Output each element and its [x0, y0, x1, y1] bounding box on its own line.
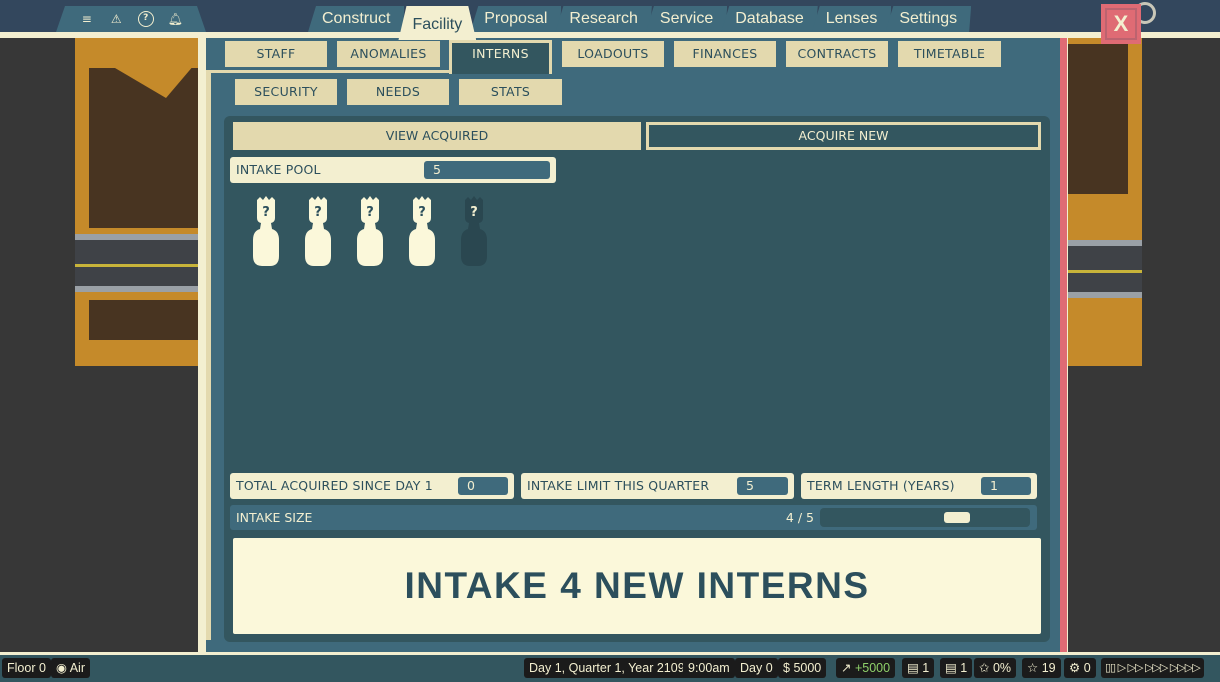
tab-facility[interactable]: Facility — [398, 6, 476, 40]
warning-icon[interactable]: ⚠ — [108, 11, 124, 27]
view-mode-toggle[interactable]: ◉ Air — [51, 658, 90, 678]
subtab-timetable[interactable]: TIMETABLE — [898, 41, 1001, 67]
time-display: 9:00am — [683, 658, 735, 678]
eye-icon: ◉ — [56, 661, 67, 675]
intake-limit-value: 5 — [737, 477, 788, 495]
term-length-field: TERM LENGTH (YEARS) 1 — [801, 473, 1037, 499]
total-acquired-field: TOTAL ACQUIRED SINCE DAY 1 0 — [230, 473, 514, 499]
tab-lenses[interactable]: Lenses — [812, 6, 892, 32]
bugs-count-value: 0 — [1083, 661, 1091, 675]
star-icon: ☆ — [1027, 661, 1039, 675]
subtab-security[interactable]: SECURITY — [235, 79, 337, 105]
stars-count: ☆ 19 — [1022, 658, 1061, 678]
income-value: +5000 — [854, 661, 891, 675]
close-button[interactable]: X — [1101, 4, 1141, 44]
tab-research[interactable]: Research — [555, 6, 651, 32]
total-acquired-label: TOTAL ACQUIRED SINCE DAY 1 — [236, 478, 433, 493]
term-length-label: TERM LENGTH (YEARS) — [807, 478, 955, 493]
clipboard-icon: ▤ — [945, 661, 957, 675]
intern-silhouette[interactable]: ? — [302, 196, 334, 268]
game-speed-controls[interactable]: ▯▯ ▷ ▷▷ ▷▷▷ ▷▷▷▷ — [1101, 658, 1204, 678]
quick-icons: ≡ ⚠ ? 🔔︎ — [56, 6, 206, 32]
subtab-anomalies[interactable]: ANOMALIES — [337, 41, 440, 67]
term-length-value[interactable]: 1 — [981, 477, 1031, 495]
total-acquired-value: 0 — [458, 477, 508, 495]
view-acquired-button[interactable]: VIEW ACQUIRED — [233, 122, 641, 150]
bug-icon: ⚙ — [1069, 661, 1081, 675]
subtab-stats[interactable]: STATS — [459, 79, 562, 105]
subtab-needs[interactable]: NEEDS — [347, 79, 449, 105]
intake-interns-button[interactable]: INTAKE 4 NEW INTERNS — [233, 538, 1041, 634]
acquire-new-button[interactable]: ACQUIRE NEW — [646, 122, 1041, 150]
bell-icon[interactable]: 🔔︎ — [167, 11, 183, 27]
subtab-contracts[interactable]: CONTRACTS — [786, 41, 888, 67]
intern-silhouette[interactable]: ? — [406, 196, 438, 268]
help-icon[interactable]: ? — [137, 11, 154, 27]
intern-silhouette[interactable]: ? — [354, 196, 386, 268]
calendar-count-a-value: 1 — [922, 661, 930, 675]
bugs-count: ⚙ 0 — [1064, 658, 1096, 678]
intern-pool: ? ? ? ? ? — [250, 196, 490, 268]
income-display: ↗ +5000 — [836, 658, 896, 678]
world-view-left — [75, 38, 200, 366]
trend-up-icon: ↗ — [841, 661, 852, 675]
stars-count-value: 19 — [1041, 661, 1056, 675]
tab-construct[interactable]: Construct — [308, 6, 404, 32]
panel-close-edge — [1060, 38, 1067, 652]
calendar-count-b-value: 1 — [960, 661, 968, 675]
svg-text:?: ? — [314, 205, 322, 220]
rating-percent-value: 0% — [992, 661, 1012, 675]
menu-icon[interactable]: ≡ — [79, 11, 95, 27]
calendar-icon: ▤ — [907, 661, 919, 675]
intake-limit-label: INTAKE LIMIT THIS QUARTER — [527, 478, 710, 493]
world-view-right — [1062, 38, 1142, 366]
dollar-icon: $ — [783, 661, 790, 675]
main-tabs: Construct Facility Proposal Research Ser… — [308, 6, 965, 32]
money-display: $ 5000 — [778, 658, 827, 678]
svg-text:?: ? — [470, 205, 478, 220]
subtab-staff[interactable]: STAFF — [225, 41, 327, 67]
view-mode-label: Air — [69, 661, 85, 675]
subtab-loadouts[interactable]: LOADOUTS — [562, 41, 664, 67]
panel-inner-edge — [206, 70, 211, 640]
intern-silhouette[interactable]: ? — [458, 196, 490, 268]
intake-pool-label: INTAKE POOL — [236, 162, 321, 177]
intake-size-row: INTAKE SIZE 4 / 5 — [230, 505, 1037, 530]
tab-database[interactable]: Database — [721, 6, 818, 32]
svg-text:?: ? — [262, 205, 270, 220]
tab-service[interactable]: Service — [646, 6, 727, 32]
intake-size-label: INTAKE SIZE — [236, 510, 313, 525]
date-display: Day 1, Quarter 1, Year 2109 — [524, 658, 690, 678]
tab-proposal[interactable]: Proposal — [470, 6, 561, 32]
floor-indicator[interactable]: Floor 0 — [2, 658, 51, 678]
calendar-count-a: ▤ 1 — [902, 658, 935, 678]
intake-size-count: 4 / 5 — [785, 510, 814, 525]
subtab-underline — [206, 70, 452, 73]
intake-limit-field: INTAKE LIMIT THIS QUARTER 5 — [521, 473, 794, 499]
slider-handle[interactable] — [944, 512, 970, 523]
calendar-count-b: ▤ 1 — [940, 658, 973, 678]
intake-pool-value[interactable]: 5 — [424, 161, 550, 179]
day-display: Day 0 — [735, 658, 778, 678]
svg-text:?: ? — [366, 205, 374, 220]
rating-percent: ✩ 0% — [974, 658, 1017, 678]
money-value: 5000 — [793, 661, 822, 675]
tab-settings[interactable]: Settings — [885, 6, 971, 32]
subtab-finances[interactable]: FINANCES — [674, 41, 776, 67]
subtab-interns[interactable]: INTERNS — [449, 40, 552, 74]
intake-size-slider[interactable] — [820, 508, 1030, 527]
svg-text:?: ? — [418, 205, 426, 220]
intake-pool-field: INTAKE POOL 5 — [230, 157, 556, 183]
intern-silhouette[interactable]: ? — [250, 196, 282, 268]
star-half-icon: ✩ — [979, 661, 990, 675]
